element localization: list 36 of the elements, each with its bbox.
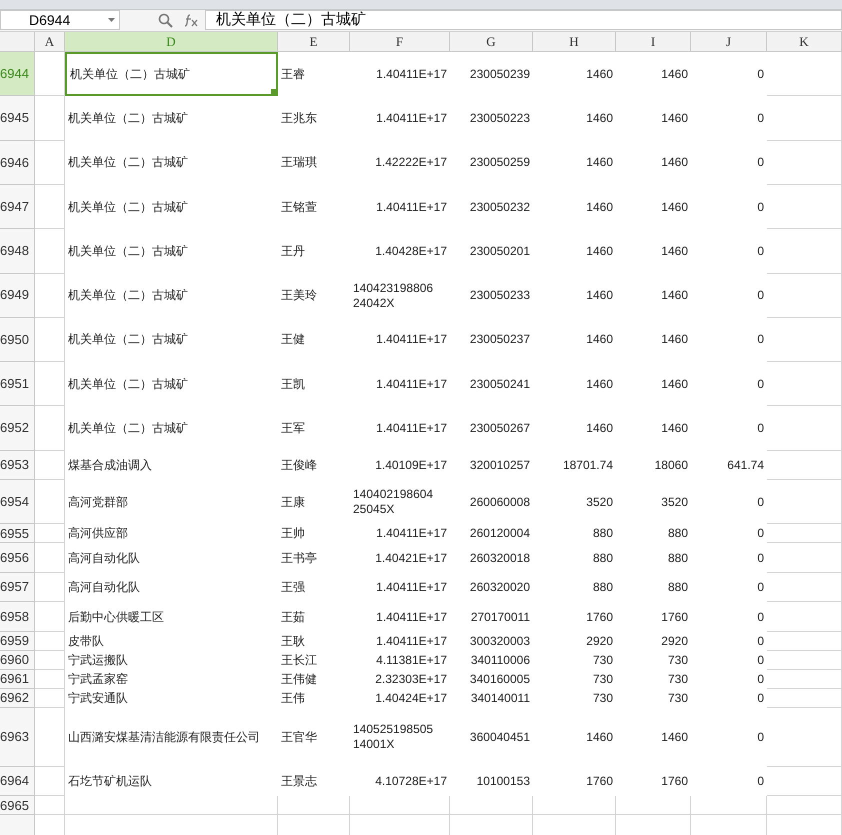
row-header[interactable]: 6959 bbox=[0, 632, 35, 651]
row-header[interactable]: 6952 bbox=[0, 406, 35, 451]
table-cell[interactable]: 机关单位（二）古城矿 bbox=[65, 52, 278, 96]
row-header[interactable]: 6958 bbox=[0, 602, 35, 632]
row-header[interactable]: 6948 bbox=[0, 229, 35, 274]
row-header[interactable]: 6962 bbox=[0, 688, 35, 708]
row-header[interactable]: 6965 bbox=[0, 796, 35, 816]
row-header[interactable]: 6947 bbox=[0, 184, 35, 230]
row-header[interactable] bbox=[0, 815, 35, 835]
row-header[interactable]: 6961 bbox=[0, 670, 35, 689]
row-header[interactable]: 6964 bbox=[0, 766, 35, 796]
row-header[interactable]: 6963 bbox=[0, 708, 35, 767]
zoom-icon[interactable] bbox=[158, 12, 173, 28]
name-box[interactable]: D6944 bbox=[0, 10, 120, 30]
formula-field[interactable]: 机关单位（二）古城矿 bbox=[205, 10, 842, 30]
column-header[interactable]: E bbox=[278, 32, 350, 52]
row-header[interactable]: 6957 bbox=[0, 572, 35, 602]
column-header[interactable]: J bbox=[691, 32, 767, 52]
row-header[interactable]: 6945 bbox=[0, 96, 35, 141]
caret-icon bbox=[108, 18, 115, 22]
column-header[interactable]: H bbox=[533, 32, 616, 52]
row-header[interactable]: 6953 bbox=[0, 450, 35, 480]
row-header[interactable]: 6950 bbox=[0, 318, 35, 362]
column-header[interactable]: I bbox=[616, 32, 691, 52]
row-header[interactable]: 6951 bbox=[0, 362, 35, 406]
column-header[interactable]: K bbox=[767, 32, 842, 52]
row-header[interactable]: 6954 bbox=[0, 480, 35, 524]
fill-handle[interactable] bbox=[271, 89, 276, 94]
row-header[interactable]: 6946 bbox=[0, 140, 35, 185]
row-header[interactable]: 6960 bbox=[0, 650, 35, 670]
function-icon[interactable] bbox=[183, 12, 199, 28]
row-header[interactable]: 6949 bbox=[0, 274, 35, 318]
row-header[interactable]: 6955 bbox=[0, 524, 35, 544]
row-header[interactable]: 6956 bbox=[0, 543, 35, 573]
column-header[interactable]: F bbox=[350, 32, 450, 52]
column-header[interactable]: G bbox=[450, 32, 533, 52]
